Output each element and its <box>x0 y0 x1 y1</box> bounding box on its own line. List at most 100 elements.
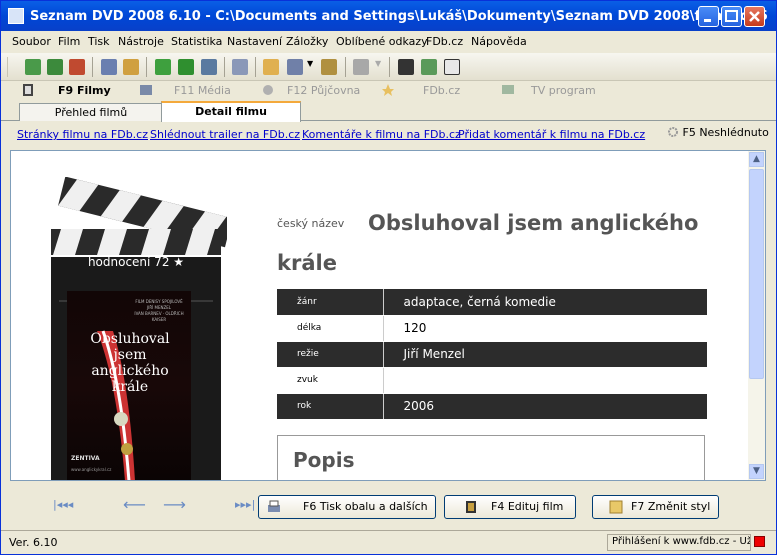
view-tabs: Přehled filmů Detail filmu <box>1 101 776 122</box>
style-icon <box>609 500 623 514</box>
delete-film-icon[interactable] <box>201 59 217 75</box>
rental-icon <box>263 85 273 95</box>
status-bar: Ver. 6.10 Přihlášení k www.fdb.cz - Už <box>1 530 776 554</box>
menu-nastroje[interactable]: Nástroje <box>118 35 164 48</box>
unwatched-toggle[interactable]: F5 Neshlédnuto <box>667 126 769 139</box>
dropdown-arrow-icon[interactable]: ▼ <box>307 59 313 68</box>
toolbar-separator <box>146 57 147 77</box>
menu-napoveda[interactable]: Nápověda <box>471 35 527 48</box>
list-icon[interactable] <box>232 59 248 75</box>
save-db-icon[interactable] <box>69 59 85 75</box>
menu-soubor[interactable]: Soubor <box>12 35 51 48</box>
mode-bar: F9 Filmy F11 Média F12 Půjčovna FDb.cz T… <box>1 81 776 101</box>
table-row: žánr adaptace, černá komedie <box>277 289 707 316</box>
minimize-icon <box>704 19 711 22</box>
field-value <box>382 367 707 394</box>
next-record-icon[interactable]: ⟶ <box>163 495 186 514</box>
change-style-button[interactable]: F7 Změnit styl <box>592 495 719 519</box>
app-icon <box>8 8 24 24</box>
edit-film-label: F4 Edituj film <box>491 500 564 513</box>
app-window: Seznam DVD 2008 6.10 - C:\Documents and … <box>0 0 777 555</box>
menu-film[interactable]: Film <box>58 35 80 48</box>
menu-oblibene-odkazy[interactable]: Oblíbené odkazy <box>336 35 428 48</box>
last-record-icon[interactable]: ▸▸▸| <box>235 498 255 511</box>
poster-credits: FILM DENISY SPOJILOVÉ JIŘÍ MENZEL IVAN B… <box>131 299 187 323</box>
print-cover-label: F6 Tisk obalu a dalších <box>303 500 428 513</box>
field-key: zvuk <box>277 367 383 394</box>
toolbar-separator <box>224 57 225 77</box>
toolbar-separator <box>345 57 346 77</box>
title-bar[interactable]: Seznam DVD 2008 6.10 - C:\Documents and … <box>1 1 776 31</box>
menu-nastaveni[interactable]: Nastavení <box>227 35 282 48</box>
link-trailer[interactable]: Shlédnout trailer na FDb.cz <box>150 128 300 141</box>
mode-media[interactable]: F11 Média <box>174 84 231 97</box>
minimize-button[interactable] <box>698 6 719 27</box>
menu-statistika[interactable]: Statistika <box>171 35 222 48</box>
toolbar-separator <box>92 57 93 77</box>
mode-fdb[interactable]: FDb.cz <box>423 84 460 97</box>
movie-title: Obsluhoval jsem anglického krále <box>277 211 699 275</box>
film-edit-icon <box>466 501 476 513</box>
edit-film-icon[interactable] <box>178 59 194 75</box>
scroll-thumb[interactable] <box>749 169 764 379</box>
field-value: 2006 <box>382 393 707 420</box>
toolbar-grip <box>7 57 8 77</box>
field-key: rok <box>277 393 383 420</box>
tab-detail-filmu[interactable]: Detail filmu <box>161 101 301 122</box>
link-komentare[interactable]: Komentáře k filmu na FDb.cz <box>302 128 461 141</box>
mode-filmy[interactable]: F9 Filmy <box>58 84 111 97</box>
tab-prehled-filmu[interactable]: Přehled filmů <box>19 103 163 121</box>
czech-title-label: český název <box>277 217 345 230</box>
link-stranky-filmu[interactable]: Stránky filmu na FDb.cz <box>17 128 148 141</box>
console-icon[interactable] <box>398 59 414 75</box>
field-key: délka <box>277 315 383 342</box>
scroll-down-icon[interactable]: ▼ <box>749 464 764 479</box>
field-value: Jiří Menzel <box>382 341 707 368</box>
tv-icon <box>502 85 514 94</box>
login-status[interactable]: Přihlášení k www.fdb.cz - Už <box>607 534 751 551</box>
media-icon <box>140 85 152 95</box>
rating-label: hodnocení 72 ★ <box>51 249 221 275</box>
description-heading: Popis <box>293 448 355 472</box>
window-title: Seznam DVD 2008 6.10 - C:\Documents and … <box>30 9 768 24</box>
description-box: Popis <box>277 435 705 480</box>
change-style-label: F7 Změnit styl <box>631 500 711 513</box>
mode-tv-program[interactable]: TV program <box>531 84 596 97</box>
open-db-icon[interactable] <box>47 59 63 75</box>
print-cover-button[interactable]: F6 Tisk obalu a dalších <box>258 495 436 519</box>
user-icon[interactable] <box>353 59 369 75</box>
field-key: žánr <box>277 289 383 316</box>
link-bar: Stránky filmu na FDb.cz Shlédnout traile… <box>1 122 776 146</box>
prev-record-icon[interactable]: ⟵ <box>123 495 146 514</box>
poster-site: www.anglickykral.cz <box>71 467 112 472</box>
scroll-up-icon[interactable]: ▲ <box>749 152 764 167</box>
film-info-table: žánr adaptace, černá komedie délka 120 r… <box>277 289 707 420</box>
field-key: režie <box>277 341 383 368</box>
image-icon[interactable] <box>321 59 337 75</box>
vertical-scrollbar[interactable]: ▲ ▼ <box>748 151 765 480</box>
dropdown-arrow-icon[interactable]: ▼ <box>375 59 381 68</box>
gear-icon <box>668 127 678 137</box>
first-record-icon[interactable]: |◂◂◂ <box>53 498 73 511</box>
link-pridat-komentar[interactable]: Přidat komentář k filmu na FDb.cz <box>458 128 645 141</box>
print-icon[interactable] <box>101 59 117 75</box>
mode-pujcovna[interactable]: F12 Půjčovna <box>287 84 360 97</box>
close-icon <box>749 11 760 22</box>
view-icon[interactable] <box>287 59 303 75</box>
table-row: zvuk <box>277 367 707 394</box>
print-cover-icon[interactable] <box>123 59 139 75</box>
close-button[interactable] <box>744 6 765 27</box>
maximize-button[interactable] <box>721 6 742 27</box>
movie-poster: FILM DENISY SPOJILOVÉ JIŘÍ MENZEL IVAN B… <box>67 291 191 480</box>
export-icon[interactable] <box>263 59 279 75</box>
edit-film-button[interactable]: F4 Edituj film <box>444 495 576 519</box>
menu-fdb[interactable]: FDb.cz <box>426 35 463 48</box>
menu-tisk[interactable]: Tisk <box>88 35 110 48</box>
update-icon[interactable] <box>421 59 437 75</box>
printer-icon <box>268 500 280 512</box>
poster-sponsor: ZENTIVA <box>71 455 100 462</box>
add-film-icon[interactable] <box>155 59 171 75</box>
info-icon[interactable] <box>444 59 460 75</box>
new-db-icon[interactable] <box>25 59 41 75</box>
menu-zalozky[interactable]: Záložky <box>286 35 328 48</box>
